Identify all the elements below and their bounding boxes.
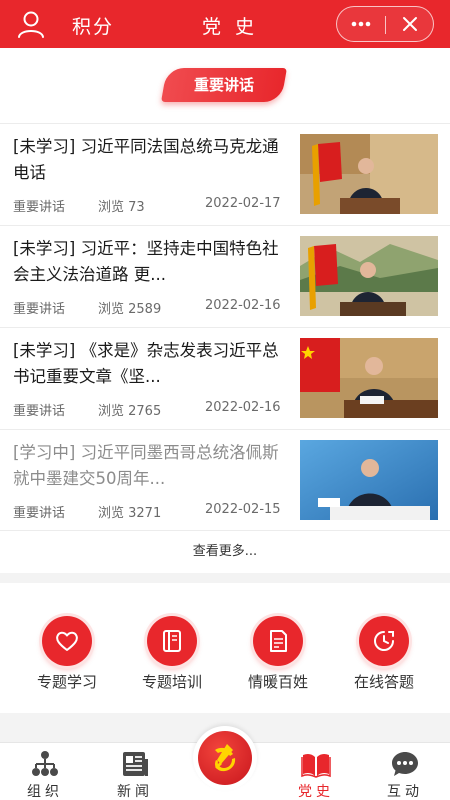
- news-views: 浏览 73: [98, 200, 145, 215]
- news-title: [学习中] 习近平同墨西哥总统洛佩斯就中墨建交50周年...: [13, 443, 279, 488]
- news-thumbnail: [300, 134, 438, 214]
- center-tab-button[interactable]: [193, 726, 257, 790]
- tab-organization[interactable]: 组织: [10, 747, 80, 800]
- tab-label: 组织: [27, 784, 63, 800]
- feature-label: 情暖百姓: [247, 673, 308, 691]
- news-item[interactable]: [未学习] 习近平：坚持走中国特色社会主义法治道路 更... 重要讲话 浏览 2…: [0, 225, 450, 327]
- clock-icon: [359, 616, 409, 666]
- news-date: 2022-02-15: [205, 502, 281, 517]
- news-section: 重要讲话 [未学习] 习近平同法国总统马克龙通电话 重要讲话 浏览 73 202…: [0, 48, 450, 573]
- mini-program-capsule: [336, 6, 434, 42]
- feature-online-quiz[interactable]: 在线答题: [339, 616, 429, 696]
- heart-icon: [42, 616, 92, 666]
- news-item[interactable]: [未学习] 《求是》杂志发表习近平总书记重要文章《坚... 重要讲话 浏览 27…: [0, 327, 450, 429]
- news-title: [未学习] 习近平：坚持走中国特色社会主义法治道路 更...: [13, 239, 279, 284]
- section-badge: 重要讲话: [161, 68, 287, 102]
- news-title: [未学习] 习近平同法国总统马克龙通电话: [13, 137, 279, 182]
- feature-label: 专题学习: [36, 673, 97, 691]
- feature-warm-people[interactable]: 情暖百姓: [233, 616, 323, 696]
- feature-special-training[interactable]: 专题培训: [127, 616, 217, 696]
- feature-special-study[interactable]: 专题学习: [22, 616, 112, 696]
- feature-label: 在线答题: [353, 673, 414, 691]
- party-emblem-icon: [198, 731, 252, 785]
- news-category: 重要讲话: [13, 506, 66, 521]
- document-icon: [253, 616, 303, 666]
- newspaper-icon: [123, 752, 148, 776]
- news-thumbnail: [300, 338, 438, 418]
- more-dots-icon[interactable]: [348, 11, 374, 37]
- see-more-link[interactable]: 查看更多...: [0, 530, 450, 572]
- capsule-divider: [385, 16, 386, 34]
- top-bar: 积分 党 史: [0, 0, 450, 48]
- feature-grid: 专题学习 专题培训 情暖百姓 在线答题: [0, 583, 450, 713]
- news-views: 浏览 2589: [98, 302, 162, 317]
- news-category: 重要讲话: [13, 404, 66, 419]
- chat-bubble-icon: [392, 752, 418, 776]
- tab-party-history[interactable]: 党史: [281, 747, 351, 800]
- points-link[interactable]: 积分: [72, 12, 114, 39]
- news-thumbnail: [300, 236, 438, 316]
- section-badge-label: 重要讲话: [193, 76, 254, 94]
- app-root: 积分 党 史 重要讲话 [未学习] 习近平同法国总统马克龙通电话 重要讲话 浏览…: [0, 0, 450, 800]
- news-category: 重要讲话: [13, 200, 66, 215]
- close-icon[interactable]: [397, 11, 423, 37]
- user-icon[interactable]: [16, 9, 46, 39]
- news-title: [未学习] 《求是》杂志发表习近平总书记重要文章《坚...: [13, 341, 279, 386]
- news-date: 2022-02-16: [205, 400, 281, 415]
- tab-label: 党史: [298, 784, 334, 800]
- org-chart-icon: [32, 751, 58, 776]
- feature-label: 专题培训: [141, 673, 202, 691]
- news-category: 重要讲话: [13, 302, 66, 317]
- news-item[interactable]: [学习中] 习近平同墨西哥总统洛佩斯就中墨建交50周年... 重要讲话 浏览 3…: [0, 429, 450, 531]
- open-book-icon: [301, 753, 331, 778]
- news-views: 浏览 2765: [98, 404, 162, 419]
- tab-label: 互动: [387, 784, 423, 800]
- news-thumbnail: [300, 440, 438, 520]
- tab-news[interactable]: 新闻: [100, 747, 170, 800]
- tab-label: 新闻: [117, 784, 153, 800]
- news-date: 2022-02-16: [205, 298, 281, 313]
- book-icon: [147, 616, 197, 666]
- news-item[interactable]: [未学习] 习近平同法国总统马克龙通电话 重要讲话 浏览 73 2022-02-…: [0, 123, 450, 225]
- news-date: 2022-02-17: [205, 196, 281, 211]
- tab-interaction[interactable]: 互动: [370, 747, 440, 800]
- page-title: 党 史: [202, 16, 259, 38]
- news-views: 浏览 3271: [98, 506, 162, 521]
